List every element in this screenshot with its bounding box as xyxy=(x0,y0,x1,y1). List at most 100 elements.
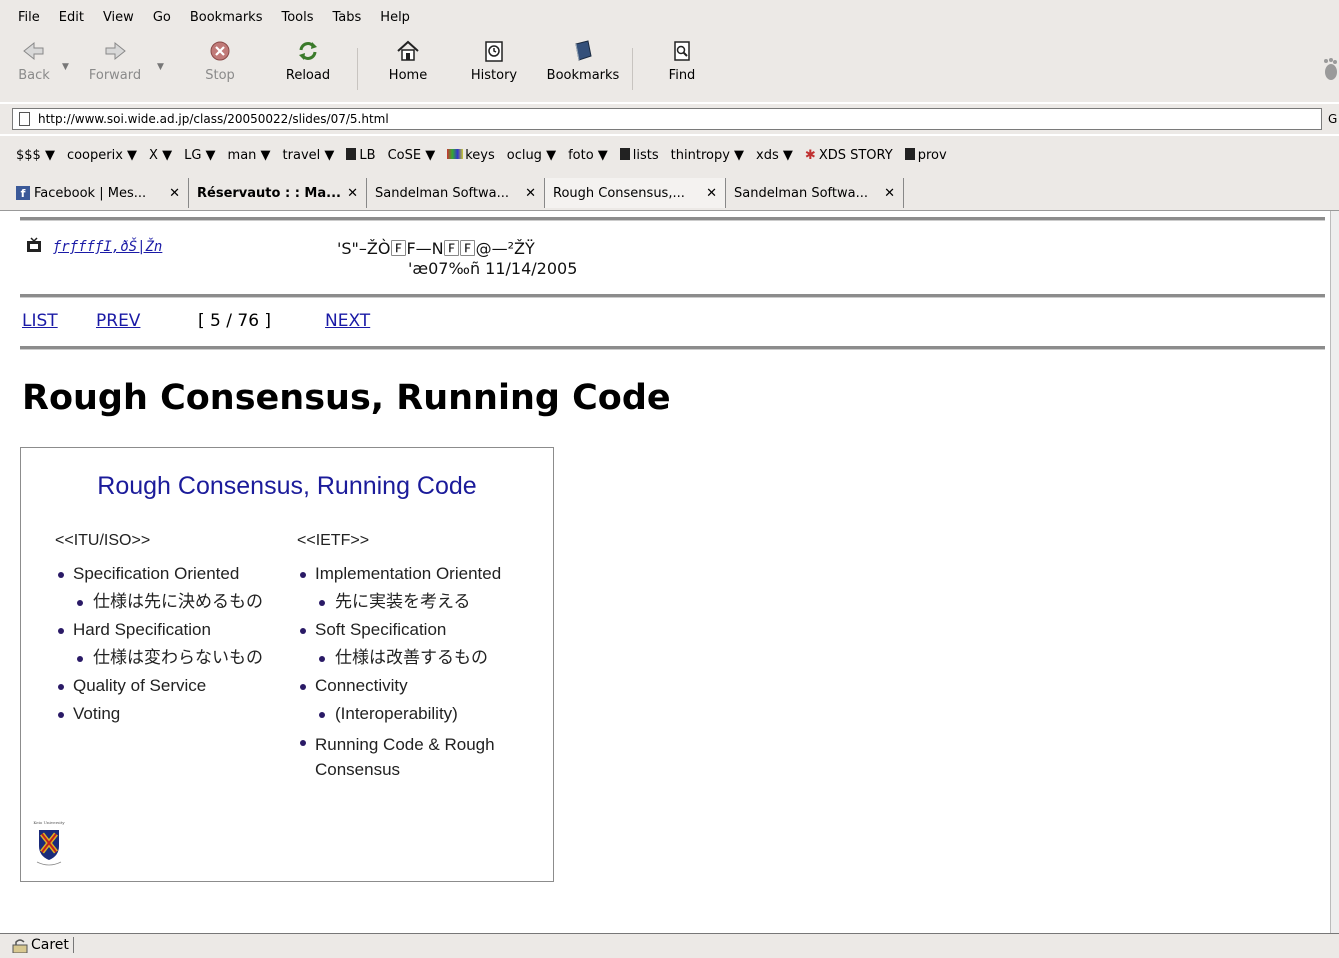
lecture-title: 'S"–ŽÒ🄵F—N🄵🄵@—²ŽŸ xyxy=(337,239,535,258)
reload-label: Reload xyxy=(285,68,331,83)
lecture-date: 'æ07‰ñ 11/14/2005 xyxy=(408,259,578,278)
stop-label: Stop xyxy=(205,68,235,83)
tab-sandelman-2[interactable]: Sandelman Softwa... ✕ xyxy=(726,178,904,208)
back-dropdown-icon[interactable]: ▼ xyxy=(62,62,69,72)
url-field[interactable]: http://www.soi.wide.ad.jp/class/20050022… xyxy=(12,108,1322,130)
tab-facebook[interactable]: f Facebook | Mes... ✕ xyxy=(8,178,189,208)
bookmark-folder[interactable]: man ▼ xyxy=(228,148,271,163)
tab-label: Réservauto : : Ma... xyxy=(197,185,341,201)
bullet-item: Connectivity xyxy=(297,676,535,704)
paw-icon: ✱ xyxy=(804,147,816,163)
home-icon xyxy=(397,40,419,61)
bookmarks-book-icon xyxy=(575,40,592,61)
bullet-item: Voting xyxy=(55,704,263,732)
column-heading: <<ITU/ISO>> xyxy=(55,532,151,549)
bookmark-folder[interactable]: oclug ▼ xyxy=(507,148,556,163)
bullet-subitem: 仕様は改善するもの xyxy=(297,648,535,676)
forward-button[interactable]: Forward xyxy=(82,38,148,83)
bookmark-folder[interactable]: CoSE ▼ xyxy=(388,148,436,163)
cert-icon xyxy=(447,148,464,159)
bookmark-folder[interactable]: cooperix ▼ xyxy=(67,148,137,163)
tab-label: Rough Consensus,... xyxy=(553,185,685,201)
tv-icon xyxy=(27,237,41,252)
toolbar-separator xyxy=(357,48,358,90)
menu-file[interactable]: File xyxy=(18,10,40,25)
bookmark-folder[interactable]: foto ▼ xyxy=(568,148,608,163)
bookmark-item[interactable]: prov xyxy=(904,147,947,163)
stop-icon xyxy=(210,41,230,61)
bookmarks-button[interactable]: Bookmarks xyxy=(541,38,625,83)
bookmark-folder[interactable]: xds ▼ xyxy=(756,148,793,163)
menu-edit[interactable]: Edit xyxy=(59,10,84,25)
slide-image: Rough Consensus, Running Code <<ITU/ISO>… xyxy=(20,447,554,882)
url-text: http://www.soi.wide.ad.jp/class/20050022… xyxy=(38,112,389,126)
find-button[interactable]: Find xyxy=(662,38,702,83)
bookmark-folder[interactable]: LG ▼ xyxy=(184,148,215,163)
forward-arrow-icon xyxy=(105,41,126,61)
toolbar-separator xyxy=(632,48,633,90)
bookmark-label: lists xyxy=(632,147,659,163)
go-button[interactable]: G xyxy=(1328,112,1337,126)
bookmark-item[interactable]: lists xyxy=(619,147,659,163)
reload-icon xyxy=(299,42,317,60)
stop-button[interactable]: Stop xyxy=(200,38,240,83)
home-link[interactable]: ƒrƒffƒI‚ðŠ|Žn xyxy=(53,239,163,255)
address-bar: http://www.soi.wide.ad.jp/class/20050022… xyxy=(0,104,1339,134)
history-icon xyxy=(485,41,503,62)
close-icon[interactable]: ✕ xyxy=(706,186,717,201)
bookmark-folder[interactable]: X ▼ xyxy=(149,148,172,163)
list-link[interactable]: LIST xyxy=(22,311,58,331)
home-button[interactable]: Home xyxy=(385,38,431,83)
history-button[interactable]: History xyxy=(466,38,522,83)
slide-title: Rough Consensus, Running Code xyxy=(97,472,477,500)
bullet-item: Hard Specification xyxy=(55,620,263,648)
caret-status: Caret xyxy=(31,937,74,953)
close-icon[interactable]: ✕ xyxy=(347,186,358,201)
page-content: ƒrƒffƒI‚ðŠ|Žn 'S"–ŽÒ🄵F—N🄵🄵@—²ŽŸ 'æ07‰ñ 1… xyxy=(12,211,1332,933)
menu-bookmarks[interactable]: Bookmarks xyxy=(190,10,263,25)
bullet-item: Specification Oriented xyxy=(55,564,263,592)
bookmark-item[interactable]: keys xyxy=(447,148,495,163)
bullet-subitem: (Interoperability) xyxy=(297,704,535,732)
bookmark-item[interactable]: ✱ XDS STORY xyxy=(805,148,893,163)
bookmark-item[interactable]: LB xyxy=(346,147,376,163)
history-label: History xyxy=(470,68,518,83)
tab-rough-consensus[interactable]: Rough Consensus,... ✕ xyxy=(545,178,726,208)
close-icon[interactable]: ✕ xyxy=(884,186,895,201)
back-arrow-icon xyxy=(23,41,44,61)
menu-help[interactable]: Help xyxy=(380,10,410,25)
bullet-item: Quality of Service xyxy=(55,676,263,704)
close-icon[interactable]: ✕ xyxy=(169,186,180,201)
tab-sandelman-1[interactable]: Sandelman Softwa... ✕ xyxy=(367,178,545,208)
divider xyxy=(20,294,1325,298)
bookmark-label: LB xyxy=(359,147,376,163)
home-label: Home xyxy=(388,68,428,83)
tab-reservauto[interactable]: Réservauto : : Ma... ✕ xyxy=(189,178,367,208)
menu-tools[interactable]: Tools xyxy=(281,10,313,25)
page-icon xyxy=(19,112,30,126)
reload-button[interactable]: Reload xyxy=(280,38,336,83)
bullet-subitem: 先に実装を考える xyxy=(297,592,535,620)
ietf-column: <<IETF>> Implementation Oriented 先に実装を考え… xyxy=(297,532,535,786)
bookmark-folder[interactable]: thintropy ▼ xyxy=(671,148,744,163)
bookmark-label: XDS STORY xyxy=(818,147,893,163)
prev-link[interactable]: PREV xyxy=(96,311,140,331)
bullet-subitem: 仕様は先に決めるもの xyxy=(55,592,263,620)
university-crest-logo: Keio University xyxy=(33,820,65,866)
navigation-toolbar: Back ▼ Forward ▼ Stop Reload Home Histor… xyxy=(0,34,1339,102)
menu-view[interactable]: View xyxy=(103,10,134,25)
status-bar: Caret xyxy=(0,933,1339,958)
menu-go[interactable]: Go xyxy=(153,10,171,25)
menu-tabs[interactable]: Tabs xyxy=(333,10,362,25)
back-button[interactable]: Back xyxy=(14,38,54,83)
vertical-scrollbar[interactable] xyxy=(1330,211,1339,933)
back-label: Back xyxy=(18,68,50,83)
next-link[interactable]: NEXT xyxy=(325,311,370,331)
divider xyxy=(20,346,1325,350)
tab-label: Sandelman Softwa... xyxy=(734,185,868,201)
close-icon[interactable]: ✕ xyxy=(525,186,536,201)
bookmark-folder[interactable]: $$$ ▼ xyxy=(16,148,55,163)
bookmarks-toolbar: $$$ ▼ cooperix ▼ X ▼ LG ▼ man ▼ travel ▼… xyxy=(0,136,1339,174)
bookmark-folder[interactable]: travel ▼ xyxy=(283,148,335,163)
forward-dropdown-icon[interactable]: ▼ xyxy=(157,62,164,72)
